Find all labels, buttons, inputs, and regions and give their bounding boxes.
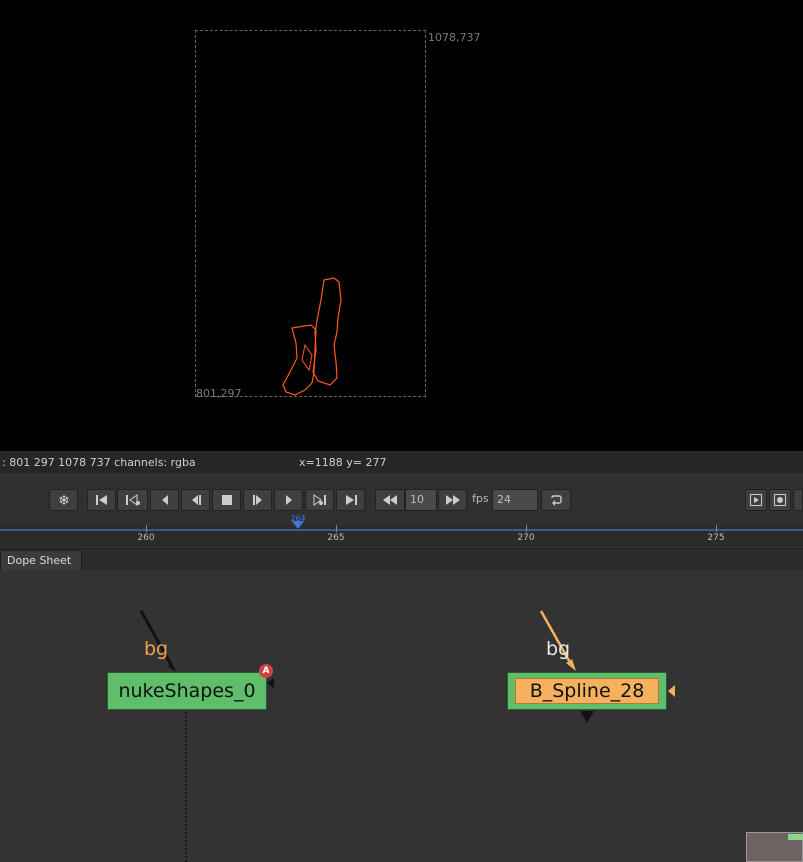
- timeline-label: 260: [137, 533, 155, 543]
- timeline-label: 265: [327, 533, 345, 543]
- format-info: : 801 297 1078 737 channels: rgba: [2, 456, 196, 469]
- previous-keyframe-icon: [125, 494, 140, 506]
- go-to-end-button[interactable]: [336, 489, 365, 511]
- node-nukeshapes[interactable]: nukeShapes_0: [107, 672, 267, 710]
- go-to-start-button[interactable]: [87, 489, 116, 511]
- roto-shape-overlay[interactable]: [0, 0, 803, 451]
- timeline-label: 270: [517, 533, 535, 543]
- loop-button[interactable]: [541, 489, 571, 511]
- freeze-icon: ❄: [58, 493, 70, 507]
- skip-back-icon: [383, 495, 397, 505]
- fps-label: fps: [472, 492, 489, 505]
- step-forward-icon: [285, 495, 292, 505]
- more-button[interactable]: [793, 489, 803, 511]
- step-back-icon: [161, 495, 168, 505]
- timeline-tick: [336, 525, 337, 532]
- node-badge: A: [259, 664, 273, 678]
- step-back-button[interactable]: [150, 489, 179, 511]
- play-forward-button[interactable]: [243, 489, 272, 511]
- tab-dope-sheet[interactable]: Dope Sheet: [0, 550, 82, 570]
- play-backward-icon: [191, 495, 201, 505]
- timeline-range-bar: [0, 529, 803, 531]
- playback-controls: ❄ 10 fps 24: [0, 473, 803, 525]
- flipbook-icon: [750, 494, 762, 506]
- record-icon: [774, 494, 786, 506]
- increment-field[interactable]: 10: [405, 489, 437, 511]
- input-label-bg: bg: [546, 638, 571, 660]
- timeline[interactable]: 260 265 270 275 264: [0, 514, 803, 547]
- roto-shape-leg: [312, 277, 342, 386]
- timeline-tick: [716, 525, 717, 532]
- timeline-label: 275: [707, 533, 725, 543]
- previous-keyframe-button[interactable]: [117, 489, 148, 511]
- go-to-end-icon: [345, 495, 357, 505]
- input-label-bg: bg: [144, 638, 169, 660]
- viewer[interactable]: 1078,737 801,297: [0, 0, 803, 451]
- panel-tab-bar: Dope Sheet: [0, 548, 803, 571]
- loop-icon: [551, 495, 562, 506]
- roto-shape-inner: [301, 343, 313, 372]
- stop-button[interactable]: [212, 489, 241, 511]
- step-forward-button[interactable]: [274, 489, 303, 511]
- viewer-info-bar: : 801 297 1078 737 channels: rgba x=1188…: [0, 451, 803, 473]
- next-keyframe-icon: [313, 494, 326, 506]
- playhead-marker[interactable]: [292, 521, 304, 529]
- skip-forward-button[interactable]: [438, 489, 467, 511]
- skip-back-button[interactable]: [375, 489, 405, 511]
- cursor-coordinates: x=1188 y= 277: [299, 456, 387, 469]
- flipbook-button[interactable]: [745, 489, 767, 511]
- node-connections: [139, 610, 675, 862]
- node-b-spline[interactable]: B_Spline_28: [507, 672, 667, 710]
- play-forward-icon: [252, 495, 262, 505]
- timeline-tick: [146, 525, 147, 532]
- next-keyframe-button[interactable]: [305, 489, 334, 511]
- record-button[interactable]: [769, 489, 791, 511]
- timeline-tick: [526, 525, 527, 532]
- go-to-start-icon: [95, 495, 107, 505]
- skip-forward-icon: [445, 495, 460, 505]
- stop-icon: [221, 495, 232, 505]
- svg-text:❄: ❄: [58, 493, 70, 507]
- freeze-button[interactable]: ❄: [49, 489, 78, 511]
- fps-field[interactable]: 24: [492, 489, 538, 511]
- node-graph[interactable]: bg nukeShapes_0 A bg B_Spline_28: [0, 570, 803, 862]
- node-thumbnail-tag: [788, 834, 803, 840]
- node-label: nukeShapes_0: [118, 680, 256, 702]
- node-label: B_Spline_28: [514, 678, 660, 704]
- play-backward-button[interactable]: [181, 489, 210, 511]
